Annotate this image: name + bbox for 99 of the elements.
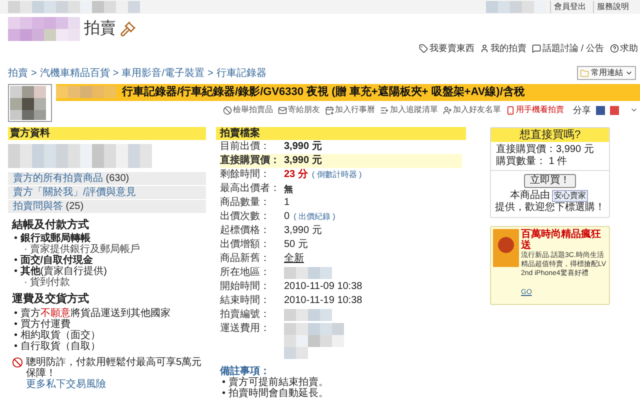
section-heading: 運費及交貨方式	[12, 292, 90, 307]
section-header: 拍賣檔案	[216, 126, 466, 140]
field-label: 最高出價者：	[220, 182, 281, 194]
breadcrumb-link[interactable]: 行車記錄器	[216, 66, 266, 80]
field-value: 0	[284, 210, 290, 222]
breadcrumb-link[interactable]: 車用影音/電子裝置	[122, 66, 204, 80]
trusted-seller-badge: 安心賣家	[552, 190, 588, 202]
field-label: 剩餘時間：	[220, 168, 271, 180]
note-link[interactable]: ( 出價紀錄 )	[294, 210, 336, 222]
breadcrumb-separator: >	[112, 66, 119, 80]
nav-link[interactable]: 我要賣東西	[419, 42, 474, 56]
gavel-icon	[120, 21, 136, 37]
action-icon	[443, 106, 452, 115]
field-value: 2010-11-19 10:38	[284, 294, 362, 306]
field-label: 開始時間：	[220, 280, 271, 292]
note-item: • 賣方可提前結束拍賣。	[222, 376, 330, 388]
risk-link[interactable]: 更多私下交易風險	[26, 378, 206, 390]
quick-links-dropdown[interactable]: 常用連結	[577, 66, 636, 80]
shipping-method: • 賣方不願意將貨品運送到其他國家	[14, 308, 172, 318]
warning-text: 聰明防詐，付款用輕鬆付最高可享5萬元保障！	[26, 356, 203, 378]
time-left-value: 23 分	[284, 168, 308, 180]
condition-link[interactable]: 全新	[284, 252, 304, 264]
price-value: 3,990 元	[284, 140, 322, 152]
action-link[interactable]: 加入好友名單	[443, 104, 501, 116]
breadcrumb-link[interactable]: 拍賣	[8, 66, 28, 80]
action-link[interactable]: 加入追蹤清單	[380, 104, 438, 116]
buy-box-text: 提供，歡迎您下標選購！	[494, 202, 606, 214]
buy-now-button[interactable]: 立即買！	[524, 174, 576, 188]
field-label: 商品新舊：	[220, 252, 271, 264]
nav-icon	[480, 44, 490, 54]
buy-box-heading: 想直接買嗎?	[491, 128, 609, 142]
action-link[interactable]: 檢舉拍賣品	[223, 104, 273, 116]
action-icon	[506, 106, 515, 115]
seller-link[interactable]: 賣方「關於我」/評價與意見	[8, 186, 206, 198]
buy-price: 直接購買價：3,990 元	[496, 144, 595, 156]
blurred-prefix	[56, 86, 116, 98]
nav-link[interactable]: 求助	[610, 42, 638, 56]
action-icon	[325, 106, 334, 115]
nav-icon	[419, 44, 428, 54]
payment-method: • 銀行或郵局轉帳	[14, 233, 92, 244]
top-link[interactable]: 會員登出	[550, 1, 589, 13]
payment-method: • 面交/自取付現金	[14, 255, 94, 266]
blurred-value	[284, 322, 344, 358]
prohibited-icon	[12, 356, 23, 368]
action-link[interactable]: 加入行事曆	[325, 104, 375, 116]
notes-heading: 備註事項：	[220, 366, 271, 376]
field-label: 所在地區：	[220, 266, 271, 278]
field-label: 運送費用：	[220, 322, 271, 334]
promo-heading: 百萬時尚精品瘋狂送	[521, 228, 602, 250]
page-title: 拍賣	[84, 18, 116, 39]
top-link[interactable]: 服務說明	[593, 1, 632, 13]
nav-icon	[610, 44, 619, 54]
breadcrumb-link[interactable]: 汽機車精品百貨	[40, 66, 110, 80]
breadcrumb-separator: >	[207, 66, 214, 80]
field-label: 拍賣編號：	[220, 308, 271, 320]
nav-link[interactable]: 我的拍賣	[480, 42, 526, 56]
buy-box-text: 本商品由	[510, 190, 550, 202]
payment-method: • 其他(賣家自行提供)	[14, 266, 108, 277]
nav-link[interactable]: 話題討論 / 公告	[532, 42, 604, 56]
price-value: 3,990 元	[284, 154, 322, 166]
field-value: 2010-11-09 10:38	[284, 280, 362, 292]
blurred-value	[284, 308, 332, 320]
share-link[interactable]: 分享	[573, 104, 591, 117]
breadcrumb-separator: >	[31, 66, 37, 80]
action-link[interactable]: 用手機看拍賣	[506, 104, 564, 116]
payment-detail: · 賣家提供銀行及郵局帳戶	[24, 244, 142, 255]
field-label: 目前出價：	[220, 140, 271, 152]
seller-link[interactable]: 賣方的所有拍賣商品 (630)	[8, 172, 206, 184]
folder-icon	[580, 68, 589, 78]
field-value: 50 元	[284, 238, 308, 250]
promo-picture	[493, 228, 519, 266]
shipping-method: • 買方付運費	[14, 318, 72, 330]
action-icon	[380, 106, 389, 115]
note-item: • 拍賣時間會自動延長。	[222, 388, 330, 398]
field-label: 結束時間：	[220, 294, 271, 306]
field-value: 3,990 元	[284, 224, 322, 236]
shipping-method: • 相約取貨（面交）	[14, 330, 102, 340]
section-heading: 結帳及付款方式	[12, 218, 90, 232]
action-icon	[223, 106, 232, 115]
item-title: 行車記錄器/行車紀錄器/錄影/GV6330 夜視 (贈 車充+遮陽板夾+ 吸盤架+AV線)/含稅	[122, 84, 525, 100]
field-value: 1	[284, 196, 290, 208]
bidder-value: 無	[284, 182, 293, 194]
shipping-method: • 自行取貨（自取）	[14, 340, 102, 352]
field-label: 起標價格：	[220, 224, 271, 236]
nav-icon	[532, 44, 542, 54]
logo-placeholder	[8, 17, 80, 41]
seller-link[interactable]: 拍賣問與答 (25)	[8, 200, 206, 212]
action-link[interactable]: 寄給朋友	[278, 104, 320, 116]
action-icon	[278, 106, 287, 115]
buy-quantity: 購買數量： 1 件	[496, 156, 568, 168]
field-label: 出價次數：	[220, 210, 271, 222]
caret-icon	[625, 69, 633, 77]
section-header: 賣方資料	[8, 126, 206, 140]
payment-detail: · 貨到付款	[24, 277, 72, 288]
note-link[interactable]: ( 倒數計時器 )	[312, 168, 362, 180]
blurred-value	[284, 266, 332, 278]
field-label: 商品數量：	[220, 196, 271, 208]
field-label: 出價增額：	[220, 238, 271, 250]
field-label: 直接購買價：	[220, 154, 281, 166]
